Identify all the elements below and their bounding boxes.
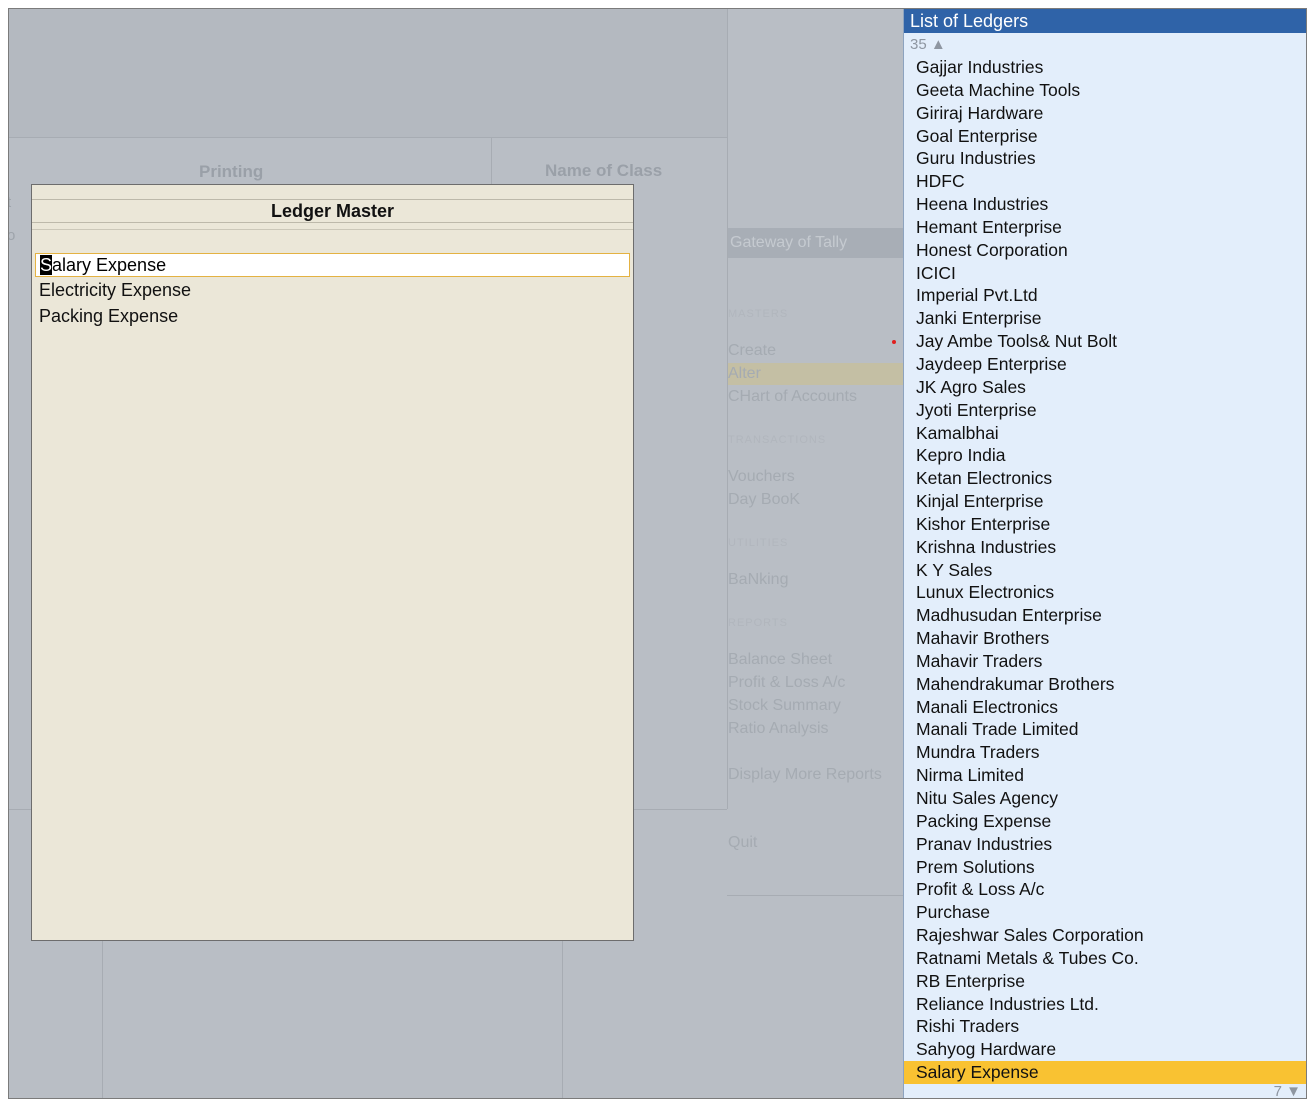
ledger-master-panel: Ledger Master Salary Expense Electricity… [31, 184, 634, 941]
ledger-list-item[interactable]: Geeta Machine Tools [904, 79, 1306, 102]
ledger-list-item[interactable]: Lunux Electronics [904, 581, 1306, 604]
ledger-list-item[interactable]: Guru Industries [904, 147, 1306, 170]
gateway-section-heading: TRANSACTIONS [728, 434, 827, 446]
list-of-ledgers-title: List of Ledgers [904, 9, 1306, 33]
edge-text-fragment: t [9, 194, 11, 211]
ledger-list-item[interactable]: Profit & Loss A/c [904, 878, 1306, 901]
ledger-list-item[interactable]: Kinjal Enterprise [904, 490, 1306, 513]
ledger-list-item[interactable]: Mundra Traders [904, 741, 1306, 764]
gateway-item-vouchers[interactable]: Vouchers [728, 468, 795, 486]
ledger-list-item[interactable]: Manali Trade Limited [904, 718, 1306, 741]
ledger-list-item[interactable]: Rishi Traders [904, 1015, 1306, 1038]
gateway-item-create[interactable]: Create [728, 342, 776, 360]
gateway-item-ratio-analysis[interactable]: Ratio Analysis [728, 720, 829, 738]
ledger-name-input[interactable]: Salary Expense [35, 253, 630, 277]
gateway-section-heading: UTILITIES [728, 537, 789, 549]
scroll-down-count[interactable]: 7 ▼ [1274, 1083, 1301, 1098]
gateway-item-day-book[interactable]: Day BooK [728, 491, 800, 509]
ledger-list-item[interactable]: Ketan Electronics [904, 467, 1306, 490]
ledger-name-input-text: alary Expense [52, 255, 167, 275]
ledger-list-item[interactable]: Rajeshwar Sales Corporation [904, 924, 1306, 947]
divider [727, 895, 903, 896]
divider [102, 939, 103, 1098]
column-header-name-of-class: Name of Class [545, 161, 663, 180]
gateway-item-stock-summary[interactable]: Stock Summary [728, 697, 841, 715]
ledger-list-item[interactable]: Nitu Sales Agency [904, 787, 1306, 810]
ledger-list-item[interactable]: Mahavir Traders [904, 650, 1306, 673]
ledger-list-item[interactable]: Sahyog Hardware [904, 1038, 1306, 1061]
ledger-list-item[interactable]: Goal Enterprise [904, 125, 1306, 148]
ledger-list: Gajjar Industries Geeta Machine Tools Giri… [904, 56, 1306, 1084]
gateway-item-profit-loss[interactable]: Profit & Loss A/c [728, 674, 845, 692]
list-of-ledgers-panel: List of Ledgers 35 ▲ Gajjar Industries Ge… [903, 9, 1306, 1098]
tally-window: Printing Name of Class t o Gateway of Ta… [8, 8, 1307, 1099]
ledger-list-item[interactable]: Pranav Industries [904, 833, 1306, 856]
divider [32, 229, 633, 230]
divider [9, 137, 727, 138]
ledger-list-item[interactable]: RB Enterprise [904, 970, 1306, 993]
ledger-list-item[interactable]: Jyoti Enterprise [904, 399, 1306, 422]
ledger-list-item[interactable]: Reliance Industries Ltd. [904, 993, 1306, 1016]
ledger-list-item[interactable]: Mahendrakumar Brothers [904, 673, 1306, 696]
ledger-list-item[interactable]: Jay Ambe Tools& Nut Bolt [904, 330, 1306, 353]
ledger-list-item[interactable]: Heena Industries [904, 193, 1306, 216]
gateway-section-heading: REPORTS [728, 617, 788, 629]
ledger-master-title: Ledger Master [32, 199, 633, 223]
ledger-master-item[interactable]: Packing Expense [39, 306, 178, 327]
gateway-item-quit[interactable]: Quit [728, 834, 757, 852]
ledger-list-item[interactable]: Janki Enterprise [904, 307, 1306, 330]
ledger-list-item[interactable]: JK Agro Sales [904, 376, 1306, 399]
ledger-list-item[interactable]: Mahavir Brothers [904, 627, 1306, 650]
ledger-list-item[interactable]: Krishna Industries [904, 536, 1306, 559]
ledger-list-item[interactable]: Kamalbhai [904, 422, 1306, 445]
gateway-item-display-more-reports[interactable]: Display More Reports [728, 766, 882, 784]
marker-dot [892, 340, 896, 344]
text-cursor: S [40, 255, 53, 275]
ledger-list-item[interactable]: Hemant Enterprise [904, 216, 1306, 239]
gateway-item-balance-sheet[interactable]: Balance Sheet [728, 651, 832, 669]
gateway-item-chart-of-accounts[interactable]: CHart of Accounts [728, 388, 857, 406]
ledger-list-item[interactable]: Purchase [904, 901, 1306, 924]
ledger-list-item[interactable]: Packing Expense [904, 810, 1306, 833]
ledger-list-item[interactable]: Kishor Enterprise [904, 513, 1306, 536]
ledger-list-item[interactable]: Giriraj Hardware [904, 102, 1306, 125]
ledger-list-item[interactable]: Jaydeep Enterprise [904, 353, 1306, 376]
ledger-master-item[interactable]: Electricity Expense [39, 280, 191, 301]
ledger-list-item[interactable]: ICICI [904, 262, 1306, 285]
ledger-list-item[interactable]: Honest Corporation [904, 239, 1306, 262]
divider [562, 939, 563, 1098]
gateway-item-banking[interactable]: BaNking [728, 571, 788, 589]
ledger-list-item[interactable]: Madhusudan Enterprise [904, 604, 1306, 627]
ledger-list-item[interactable]: HDFC [904, 170, 1306, 193]
ledger-list-item[interactable]: Kepro India [904, 444, 1306, 467]
edge-text-fragment: o [9, 227, 15, 244]
gateway-title: Gateway of Tally [728, 228, 903, 258]
background-top-area [9, 9, 727, 138]
gateway-section-heading: MASTERS [728, 308, 789, 320]
ledger-list-item[interactable]: Prem Solutions [904, 856, 1306, 879]
ledger-list-item[interactable]: Imperial Pvt.Ltd [904, 284, 1306, 307]
ledger-list-item[interactable]: K Y Sales [904, 559, 1306, 582]
column-header-printing: Printing [199, 162, 264, 181]
ledger-list-item[interactable]: Nirma Limited [904, 764, 1306, 787]
scroll-up-count[interactable]: 35 ▲ [910, 36, 946, 53]
ledger-list-item[interactable]: Salary Expense [904, 1061, 1306, 1084]
ledger-list-item[interactable]: Ratnami Metals & Tubes Co. [904, 947, 1306, 970]
ledger-list-item[interactable]: Manali Electronics [904, 696, 1306, 719]
ledger-list-item[interactable]: Gajjar Industries [904, 56, 1306, 79]
gateway-item-alter[interactable]: Alter [728, 365, 761, 383]
